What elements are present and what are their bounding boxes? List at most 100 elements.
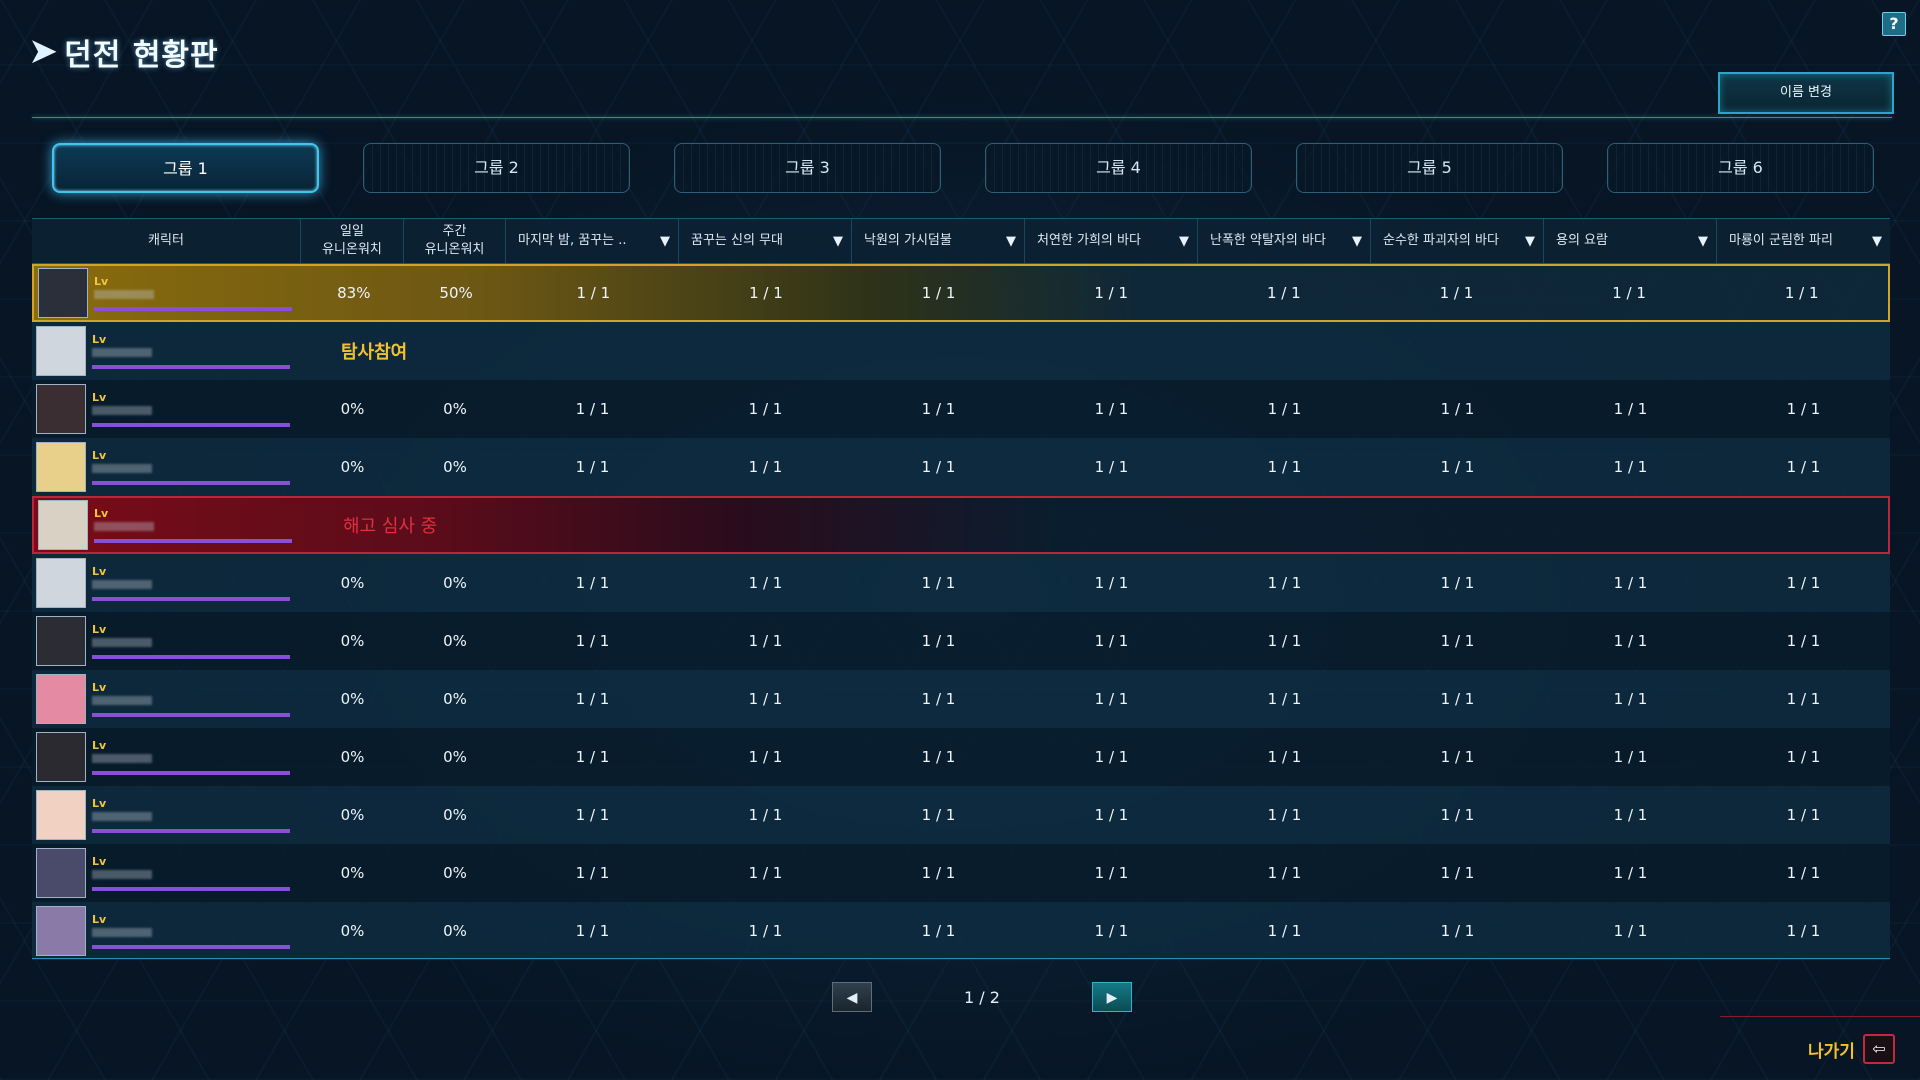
- dungeon-clear-count: 1 / 1: [1440, 400, 1475, 418]
- exit-door-icon[interactable]: ⇦: [1862, 1034, 1895, 1064]
- level-label: Lv: [94, 507, 109, 520]
- header-dungeon-7[interactable]: 용의 요람 ▼: [1544, 219, 1717, 263]
- dungeon-clear-count: 1 / 1: [921, 284, 956, 302]
- rename-button[interactable]: 이름 변경: [1718, 72, 1894, 114]
- character-cell: Lv: [34, 498, 303, 552]
- dungeon-clear-count: 1 / 1: [921, 748, 956, 766]
- character-name-redacted: [94, 290, 154, 299]
- weekly-unionwatch-value: 0%: [443, 458, 467, 476]
- dungeon-clear-count: 1 / 1: [1613, 458, 1648, 476]
- dungeon-clear-count: 1 / 1: [1267, 748, 1302, 766]
- chevron-down-icon[interactable]: ▼: [1352, 233, 1362, 251]
- daily-unionwatch-value: 0%: [340, 922, 365, 940]
- dungeon-clear-count: 1 / 1: [1440, 806, 1475, 824]
- prev-page-button[interactable]: ◀: [832, 982, 872, 1012]
- dungeon-clear-count: 1 / 1: [1267, 400, 1302, 418]
- weekly-unionwatch-value: 0%: [443, 922, 467, 940]
- dungeon-clear-count: 1 / 1: [575, 400, 610, 418]
- table-row[interactable]: Lv 83% 50% 1 / 1 1 / 1 1 / 1 1 / 1 1 / 1 1 / 1 1 …: [32, 264, 1890, 322]
- weekly-unionwatch-value: 0%: [443, 632, 467, 650]
- dungeon-clear-count: 1 / 1: [1786, 922, 1821, 940]
- character-cell: Lv: [32, 438, 301, 496]
- daily-unionwatch-value: 0%: [340, 574, 365, 592]
- dungeon-clear-count: 1 / 1: [1613, 632, 1648, 650]
- next-page-button[interactable]: ▶: [1092, 982, 1132, 1012]
- row-status: 해고 심사 중: [343, 516, 438, 537]
- character-cell: Lv: [32, 380, 301, 438]
- dungeon-clear-count: 1 / 1: [575, 922, 610, 940]
- header-dungeon-8[interactable]: 마룡이 군림한 파리 ▼: [1717, 219, 1890, 263]
- tab-group-5[interactable]: 그룹 5: [1296, 143, 1563, 193]
- character-name-redacted: [92, 812, 152, 821]
- header-dungeon-6[interactable]: 순수한 파괴자의 바다 ▼: [1371, 219, 1544, 263]
- dungeon-clear-count: 1 / 1: [748, 864, 783, 882]
- table-row[interactable]: Lv 탐사참여: [32, 322, 1890, 380]
- dungeon-clear-count: 1 / 1: [1440, 864, 1475, 882]
- table-row[interactable]: Lv 0% 0% 1 / 1 1 / 1 1 / 1 1 / 1 1 / 1 1 / 1 1 / …: [32, 786, 1890, 844]
- title-area: ➤ 던전 현황판: [28, 30, 219, 74]
- table-row[interactable]: Lv 0% 0% 1 / 1 1 / 1 1 / 1 1 / 1 1 / 1 1 / 1 1 / …: [32, 670, 1890, 728]
- table-header: 캐릭터 일일 유니온워치 주간 유니온워치 마지막 밤, 꿈꾸는 .. ▼ 꿈꾸는…: [32, 218, 1890, 264]
- tab-group-3[interactable]: 그룹 3: [674, 143, 941, 193]
- chevron-down-icon[interactable]: ▼: [1872, 233, 1882, 251]
- avatar: [36, 384, 86, 434]
- table-row[interactable]: Lv 0% 0% 1 / 1 1 / 1 1 / 1 1 / 1 1 / 1 1 / 1 1 / …: [32, 728, 1890, 786]
- character-name-redacted: [92, 696, 152, 705]
- character-info: Lv: [92, 391, 290, 427]
- exp-bar: [92, 655, 290, 659]
- avatar: [38, 500, 88, 550]
- table-row[interactable]: Lv 0% 0% 1 / 1 1 / 1 1 / 1 1 / 1 1 / 1 1 / 1 1 / …: [32, 380, 1890, 438]
- header-dungeon-5[interactable]: 난폭한 약탈자의 바다 ▼: [1198, 219, 1371, 263]
- dungeon-clear-count: 1 / 1: [1613, 574, 1648, 592]
- tab-group-6[interactable]: 그룹 6: [1607, 143, 1874, 193]
- header-dungeon-4[interactable]: 처연한 가희의 바다 ▼: [1025, 219, 1198, 263]
- table-row[interactable]: Lv 0% 0% 1 / 1 1 / 1 1 / 1 1 / 1 1 / 1 1 / 1 1 / …: [32, 902, 1890, 960]
- chevron-down-icon[interactable]: ▼: [1698, 233, 1708, 251]
- help-button[interactable]: ?: [1882, 12, 1906, 36]
- chevron-down-icon[interactable]: ▼: [660, 233, 670, 251]
- table-row[interactable]: Lv 0% 0% 1 / 1 1 / 1 1 / 1 1 / 1 1 / 1 1 / 1 1 / …: [32, 844, 1890, 902]
- header-dungeon-label: 난폭한 약탈자의 바다: [1210, 233, 1326, 248]
- chevron-down-icon[interactable]: ▼: [1525, 233, 1535, 251]
- weekly-unionwatch-value: 0%: [443, 400, 467, 418]
- page-indicator: 1 / 2: [964, 987, 1000, 1007]
- dungeon-clear-count: 1 / 1: [1786, 748, 1821, 766]
- chevron-down-icon[interactable]: ▼: [833, 233, 843, 251]
- table-bottom-divider: [32, 958, 1890, 959]
- exit-label: 나가기: [1808, 1041, 1855, 1062]
- avatar: [36, 674, 86, 724]
- dungeon-clear-count: 1 / 1: [1786, 574, 1821, 592]
- tab-group-1[interactable]: 그룹 1: [52, 143, 319, 193]
- dungeon-clear-count: 1 / 1: [1094, 690, 1129, 708]
- dungeon-clear-count: 1 / 1: [921, 632, 956, 650]
- avatar: [36, 616, 86, 666]
- character-cell: Lv: [32, 554, 301, 612]
- level-label: Lv: [92, 623, 107, 636]
- table-row[interactable]: Lv 해고 심사 중: [32, 496, 1890, 554]
- level-label: Lv: [92, 449, 107, 462]
- table-row[interactable]: Lv 0% 0% 1 / 1 1 / 1 1 / 1 1 / 1 1 / 1 1 / 1 1 / …: [32, 612, 1890, 670]
- character-info: Lv: [94, 275, 292, 311]
- dungeon-clear-count: 1 / 1: [1440, 922, 1475, 940]
- table-row[interactable]: Lv 0% 0% 1 / 1 1 / 1 1 / 1 1 / 1 1 / 1 1 / 1 1 / …: [32, 438, 1890, 496]
- table-body: Lv 83% 50% 1 / 1 1 / 1 1 / 1 1 / 1 1 / 1 1 / 1 1 …: [32, 264, 1890, 960]
- header-dungeon-3[interactable]: 낙원의 가시덤불 ▼: [852, 219, 1025, 263]
- header-character: 캐릭터: [32, 219, 301, 263]
- exp-bar: [92, 713, 290, 717]
- chevron-down-icon[interactable]: ▼: [1179, 233, 1189, 251]
- header-dungeon-2[interactable]: 꿈꾸는 신의 무대 ▼: [679, 219, 852, 263]
- dungeon-clear-count: 1 / 1: [1267, 690, 1302, 708]
- table-row[interactable]: Lv 0% 0% 1 / 1 1 / 1 1 / 1 1 / 1 1 / 1 1 / 1 1 / …: [32, 554, 1890, 612]
- dungeon-clear-count: 1 / 1: [1267, 458, 1302, 476]
- exit-button[interactable]: 나가기 ⇦: [1808, 1034, 1895, 1064]
- dungeon-clear-count: 1 / 1: [748, 632, 783, 650]
- tab-group-2[interactable]: 그룹 2: [363, 143, 630, 193]
- dungeon-clear-count: 1 / 1: [1266, 284, 1301, 302]
- character-cell: Lv: [32, 786, 301, 844]
- dungeon-clear-count: 1 / 1: [1094, 458, 1129, 476]
- chevron-down-icon[interactable]: ▼: [1006, 233, 1016, 251]
- header-dungeon-1[interactable]: 마지막 밤, 꿈꾸는 .. ▼: [506, 219, 679, 263]
- weekly-unionwatch-value: 0%: [443, 690, 467, 708]
- dungeon-clear-count: 1 / 1: [1267, 806, 1302, 824]
- tab-group-4[interactable]: 그룹 4: [985, 143, 1252, 193]
